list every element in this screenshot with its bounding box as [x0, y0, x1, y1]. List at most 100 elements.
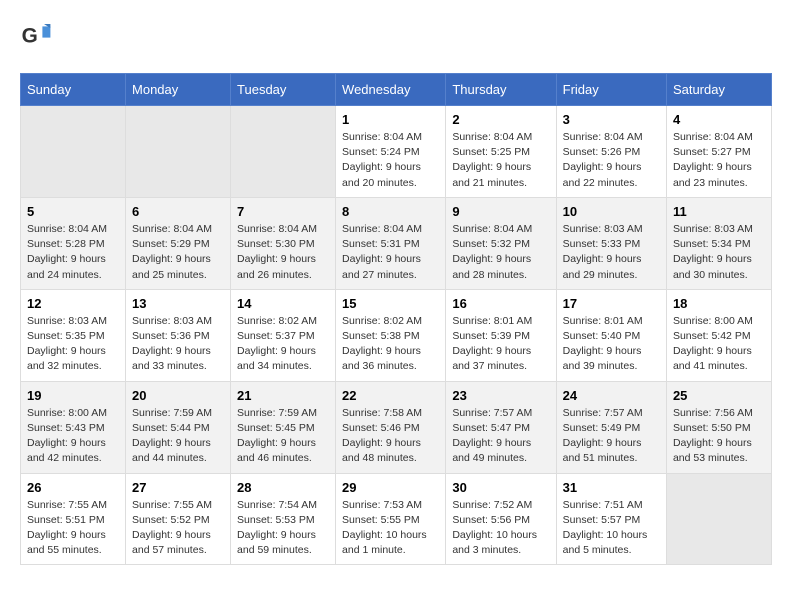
calendar-cell: 17Sunrise: 8:01 AM Sunset: 5:40 PM Dayli…	[556, 289, 666, 381]
day-number: 6	[132, 204, 224, 219]
day-info: Sunrise: 8:03 AM Sunset: 5:35 PM Dayligh…	[27, 314, 119, 375]
day-number: 2	[452, 112, 549, 127]
calendar-cell: 22 Sunrise: 7:58 AM Sunset: 5:46 PM Dayli…	[336, 381, 446, 473]
day-info: Sunrise: 8:03 AM Sunset: 5:33 PM Dayligh…	[563, 222, 660, 283]
day-info: Sunrise: 8:04 AM Sunset: 5:31 PM Dayligh…	[342, 222, 439, 283]
calendar-cell: 13 Sunrise: 8:03 AM Sunset: 5:36 PM Dayli…	[126, 289, 231, 381]
day-number: 14	[237, 296, 329, 311]
header-monday: Monday	[126, 74, 231, 106]
day-number: 7	[237, 204, 329, 219]
calendar-cell: 25 Sunrise: 7:56 AM Sunset: 5:50 PM Dayli…	[666, 381, 771, 473]
day-info: Sunrise: 8:04 AM Sunset: 5:32 PM Dayligh…	[452, 222, 549, 283]
calendar-cell: 14 Sunrise: 8:02 AM Sunset: 5:37 PM Dayli…	[231, 289, 336, 381]
day-info: Sunrise: 7:57 AM Sunset: 5:49 PM Dayligh…	[563, 406, 660, 467]
day-number: 31	[563, 480, 660, 495]
calendar-week-4: 19 Sunrise: 8:00 AM Sunset: 5:43 PM Dayli…	[21, 381, 772, 473]
day-info: Sunrise: 8:03 AM Sunset: 5:36 PM Dayligh…	[132, 314, 224, 375]
calendar-cell: 15 Sunrise: 8:02 AM Sunset: 5:38 PM Dayli…	[336, 289, 446, 381]
header-friday: Friday	[556, 74, 666, 106]
day-info: Sunrise: 7:58 AM Sunset: 5:46 PM Dayligh…	[342, 406, 439, 467]
day-info: Sunrise: 8:04 AM Sunset: 5:26 PM Dayligh…	[563, 130, 660, 191]
day-number: 25	[673, 388, 765, 403]
calendar-week-3: 12 Sunrise: 8:03 AM Sunset: 5:35 PM Dayli…	[21, 289, 772, 381]
day-number: 12	[27, 296, 119, 311]
day-info: Sunrise: 8:03 AM Sunset: 5:34 PM Dayligh…	[673, 222, 765, 283]
day-number: 4	[673, 112, 765, 127]
header-sunday: Sunday	[21, 74, 126, 106]
day-number: 18	[673, 296, 765, 311]
day-number: 8	[342, 204, 439, 219]
calendar-cell: 3 Sunrise: 8:04 AM Sunset: 5:26 PM Daylig…	[556, 106, 666, 198]
calendar-cell: 11 Sunrise: 8:03 AM Sunset: 5:34 PM Dayli…	[666, 197, 771, 289]
day-number: 19	[27, 388, 119, 403]
calendar-cell: 7 Sunrise: 8:04 AM Sunset: 5:30 PM Daylig…	[231, 197, 336, 289]
day-info: Sunrise: 7:51 AM Sunset: 5:57 PM Dayligh…	[563, 498, 660, 559]
day-info: Sunrise: 7:59 AM Sunset: 5:44 PM Dayligh…	[132, 406, 224, 467]
calendar-cell: 1Sunrise: 8:04 AM Sunset: 5:24 PM Daylig…	[336, 106, 446, 198]
calendar-cell: 28 Sunrise: 7:54 AM Sunset: 5:53 PM Dayli…	[231, 473, 336, 565]
calendar-cell: 27 Sunrise: 7:55 AM Sunset: 5:52 PM Dayli…	[126, 473, 231, 565]
day-info: Sunrise: 8:04 AM Sunset: 5:28 PM Dayligh…	[27, 222, 119, 283]
day-number: 15	[342, 296, 439, 311]
day-info: Sunrise: 8:02 AM Sunset: 5:38 PM Dayligh…	[342, 314, 439, 375]
day-number: 23	[452, 388, 549, 403]
calendar-cell: 29 Sunrise: 7:53 AM Sunset: 5:55 PM Dayli…	[336, 473, 446, 565]
day-info: Sunrise: 8:04 AM Sunset: 5:30 PM Dayligh…	[237, 222, 329, 283]
day-number: 3	[563, 112, 660, 127]
day-number: 21	[237, 388, 329, 403]
calendar-cell: 31 Sunrise: 7:51 AM Sunset: 5:57 PM Dayli…	[556, 473, 666, 565]
calendar-cell: 9Sunrise: 8:04 AM Sunset: 5:32 PM Daylig…	[446, 197, 556, 289]
day-number: 13	[132, 296, 224, 311]
day-number: 30	[452, 480, 549, 495]
calendar-cell: 19 Sunrise: 8:00 AM Sunset: 5:43 PM Dayli…	[21, 381, 126, 473]
day-number: 16	[452, 296, 549, 311]
calendar-week-5: 26Sunrise: 7:55 AM Sunset: 5:51 PM Dayli…	[21, 473, 772, 565]
day-number: 27	[132, 480, 224, 495]
calendar-cell: 4 Sunrise: 8:04 AM Sunset: 5:27 PM Daylig…	[666, 106, 771, 198]
day-info: Sunrise: 7:54 AM Sunset: 5:53 PM Dayligh…	[237, 498, 329, 559]
day-info: Sunrise: 8:04 AM Sunset: 5:27 PM Dayligh…	[673, 130, 765, 191]
day-number: 11	[673, 204, 765, 219]
day-info: Sunrise: 8:00 AM Sunset: 5:43 PM Dayligh…	[27, 406, 119, 467]
day-info: Sunrise: 7:59 AM Sunset: 5:45 PM Dayligh…	[237, 406, 329, 467]
day-number: 29	[342, 480, 439, 495]
day-number: 22	[342, 388, 439, 403]
calendar-cell: 30Sunrise: 7:52 AM Sunset: 5:56 PM Dayli…	[446, 473, 556, 565]
calendar-cell: 12 Sunrise: 8:03 AM Sunset: 5:35 PM Dayli…	[21, 289, 126, 381]
day-info: Sunrise: 8:04 AM Sunset: 5:25 PM Dayligh…	[452, 130, 549, 191]
calendar-cell: 10 Sunrise: 8:03 AM Sunset: 5:33 PM Dayli…	[556, 197, 666, 289]
day-number: 5	[27, 204, 119, 219]
calendar-cell: 20 Sunrise: 7:59 AM Sunset: 5:44 PM Dayli…	[126, 381, 231, 473]
calendar-cell: 8 Sunrise: 8:04 AM Sunset: 5:31 PM Daylig…	[336, 197, 446, 289]
svg-text:G: G	[22, 24, 38, 47]
header-thursday: Thursday	[446, 74, 556, 106]
day-info: Sunrise: 7:55 AM Sunset: 5:52 PM Dayligh…	[132, 498, 224, 559]
calendar-cell: 5 Sunrise: 8:04 AM Sunset: 5:28 PM Daylig…	[21, 197, 126, 289]
calendar-week-1: 1Sunrise: 8:04 AM Sunset: 5:24 PM Daylig…	[21, 106, 772, 198]
day-info: Sunrise: 7:53 AM Sunset: 5:55 PM Dayligh…	[342, 498, 439, 559]
calendar-cell: 2 Sunrise: 8:04 AM Sunset: 5:25 PM Daylig…	[446, 106, 556, 198]
day-info: Sunrise: 7:56 AM Sunset: 5:50 PM Dayligh…	[673, 406, 765, 467]
header-wednesday: Wednesday	[336, 74, 446, 106]
calendar-cell: 23 Sunrise: 7:57 AM Sunset: 5:47 PM Dayli…	[446, 381, 556, 473]
logo: G	[20, 20, 58, 57]
calendar-cell: 6Sunrise: 8:04 AM Sunset: 5:29 PM Daylig…	[126, 197, 231, 289]
calendar-cell	[666, 473, 771, 565]
day-number: 10	[563, 204, 660, 219]
calendar-cell: 24 Sunrise: 7:57 AM Sunset: 5:49 PM Dayli…	[556, 381, 666, 473]
day-number: 26	[27, 480, 119, 495]
day-info: Sunrise: 8:00 AM Sunset: 5:42 PM Dayligh…	[673, 314, 765, 375]
day-info: Sunrise: 7:57 AM Sunset: 5:47 PM Dayligh…	[452, 406, 549, 467]
logo-icon: G	[20, 20, 52, 57]
header-tuesday: Tuesday	[231, 74, 336, 106]
day-number: 28	[237, 480, 329, 495]
day-info: Sunrise: 8:01 AM Sunset: 5:39 PM Dayligh…	[452, 314, 549, 375]
calendar-header-row: SundayMondayTuesdayWednesdayThursdayFrid…	[21, 74, 772, 106]
page-header: G	[20, 20, 772, 57]
day-number: 24	[563, 388, 660, 403]
day-number: 20	[132, 388, 224, 403]
day-info: Sunrise: 8:02 AM Sunset: 5:37 PM Dayligh…	[237, 314, 329, 375]
day-number: 17	[563, 296, 660, 311]
calendar-cell	[126, 106, 231, 198]
day-info: Sunrise: 8:04 AM Sunset: 5:24 PM Dayligh…	[342, 130, 439, 191]
